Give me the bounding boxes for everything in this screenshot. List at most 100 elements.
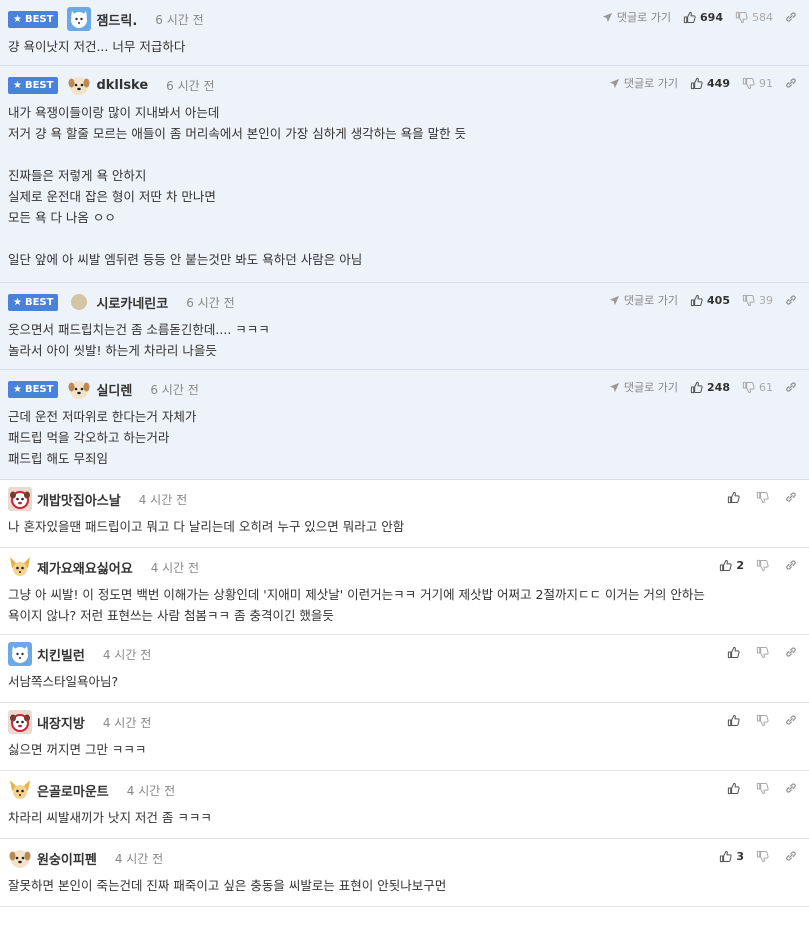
upvote-button[interactable]: 449 [690,77,730,90]
timestamp: 6 시간 전 [186,295,235,310]
avatar[interactable] [8,778,32,802]
link-icon [785,714,797,726]
thumbs-up-icon [727,646,744,659]
nickname[interactable]: 원숭이피펜 [37,849,97,868]
timestamp: 4 시간 전 [126,783,176,798]
nickname[interactable]: 잼드릭. [96,10,137,29]
downvote-button[interactable] [756,714,773,727]
nickname[interactable]: 은골로마운트 [37,781,109,800]
reply-label: 댓글로 가기 [623,381,679,394]
thumbs-down-icon [742,77,759,90]
downvote-button[interactable] [756,850,773,863]
link-icon [785,294,797,306]
comment-line: 실제로 운전대 잡은 형이 저딴 차 만나면 [8,189,216,204]
timestamp: 4 시간 전 [114,851,164,866]
upvote-button[interactable] [727,782,744,795]
comment: 내장지방 4 시간 전 싫으면 꺼지면 그만 ㅋㅋㅋ [0,703,809,771]
go-to-reply-link[interactable]: 댓글로 가기 [609,292,678,308]
nickname[interactable]: 내장지방 [37,713,85,732]
thumbs-up-icon [719,850,736,863]
nickname[interactable]: 실디렌 [96,380,132,399]
avatar[interactable] [8,555,32,579]
avatar[interactable] [8,642,32,666]
comment-actions: 2 [707,556,797,574]
thumbs-up-icon [690,381,707,394]
comment-header: 제가요왜요싫어요 4 시간 전 [8,556,801,578]
upvote-button[interactable]: 405 [690,294,730,307]
upvote-count: 694 [700,10,723,24]
timestamp: 6 시간 전 [166,78,215,93]
nickname[interactable]: 시로카네린코 [96,293,168,312]
avatar[interactable] [8,846,32,870]
best-comment: ★ BEST 실디렌 6 시간 전 댓글로 가기 248 61 근데 운전 저따위로 한다는거… [0,370,809,480]
share-button[interactable] [785,646,797,658]
comment-line: 패드립 해도 무죄임 [8,451,108,466]
thumbs-down-icon [756,646,773,659]
comment-body: 나 혼자있을땐 패드립이고 뭐고 다 날리는데 오히려 누구 있으면 뭐라고 안… [8,510,801,537]
upvote-button[interactable] [727,491,744,504]
upvote-button[interactable]: 694 [683,11,723,24]
downvote-count: 584 [752,10,773,24]
upvote-button[interactable] [727,646,744,659]
upvote-button[interactable]: 248 [690,381,730,394]
comment: 개밥맛집아스날 4 시간 전나 혼자있을땐 패드립이고 뭐고 다 날리는데 오히려… [0,480,809,548]
timestamp: 6 시간 전 [155,12,204,27]
best-label: BEST [24,383,54,395]
share-button[interactable] [785,714,797,726]
thumbs-down-icon [742,294,759,307]
go-to-reply-link[interactable]: 댓글로 가기 [609,379,678,395]
downvote-button[interactable] [756,646,773,659]
avatar[interactable] [67,73,91,97]
go-to-reply-link[interactable]: 댓글로 가기 [609,75,678,91]
best-comment: ★ BEST 시로카네린코 6 시간 전 댓글로 가기 405 39 웃으면서 패드립치는건 … [0,283,809,370]
downvote-button[interactable] [756,491,773,504]
avatar[interactable] [8,487,32,511]
avatar[interactable] [67,377,91,401]
reply-label: 댓글로 가기 [623,294,679,307]
share-button[interactable] [785,491,797,503]
share-button[interactable] [785,381,797,393]
nickname[interactable]: 개밥맛집아스날 [37,490,121,509]
share-button[interactable] [785,294,797,306]
best-badge: ★ BEST [8,293,59,311]
nickname[interactable]: 치킨빌런 [37,645,85,664]
link-icon [785,646,797,658]
best-badge: ★ BEST [8,10,59,28]
upvote-button[interactable]: 3 [719,850,744,863]
downvote-button[interactable]: 91 [742,77,773,90]
downvote-button[interactable] [756,559,773,572]
thumbs-up-icon [690,294,707,307]
comment-body: 싫으면 꺼지면 그만 ㅋㅋㅋ [8,733,801,760]
comment-actions: 댓글로 가기 248 61 [609,378,797,396]
thumbs-up-icon [727,782,744,795]
upvote-button[interactable] [727,714,744,727]
downvote-button[interactable]: 61 [742,381,773,394]
avatar[interactable] [67,290,91,314]
nickname[interactable]: dkllske [96,78,148,93]
go-to-reply-link[interactable]: 댓글로 가기 [602,9,671,25]
thumbs-up-icon [719,559,736,572]
thumbs-up-icon [727,714,744,727]
share-button[interactable] [785,559,797,571]
comment: 치킨빌런 4 시간 전 서남쪽스타일욕아님? [0,635,809,703]
comment-line: 걍 욕이낫지 저건... 너무 저급하다 [8,39,186,54]
downvote-button[interactable]: 584 [735,11,773,24]
share-button[interactable] [785,782,797,794]
avatar[interactable] [67,7,92,31]
downvote-button[interactable] [756,782,773,795]
upvote-button[interactable]: 2 [719,559,744,572]
downvote-button[interactable]: 39 [742,294,773,307]
comment-header: 내장지방 4 시간 전 [8,710,801,734]
avatar[interactable] [8,710,32,734]
share-button[interactable] [785,850,797,862]
share-button[interactable] [785,11,797,23]
nickname[interactable]: 제가요왜요싫어요 [37,558,133,577]
comment-line: 일단 앞에 아 씨발 엠뒤련 등등 안 붙는것만 봐도 욕하던 사람은 아님 [8,252,363,267]
comment-header: 원숭이피펜 4 시간 전 [8,847,801,869]
best-comment: ★ BEST dkllske 6 시간 전 댓글로 가기 449 91 내가 욕쟁이들이랑 많… [0,66,809,283]
thumbs-up-icon [690,77,707,90]
link-icon [785,77,797,89]
link-icon [785,381,797,393]
share-button[interactable] [785,77,797,89]
timestamp: 4 시간 전 [102,647,152,662]
